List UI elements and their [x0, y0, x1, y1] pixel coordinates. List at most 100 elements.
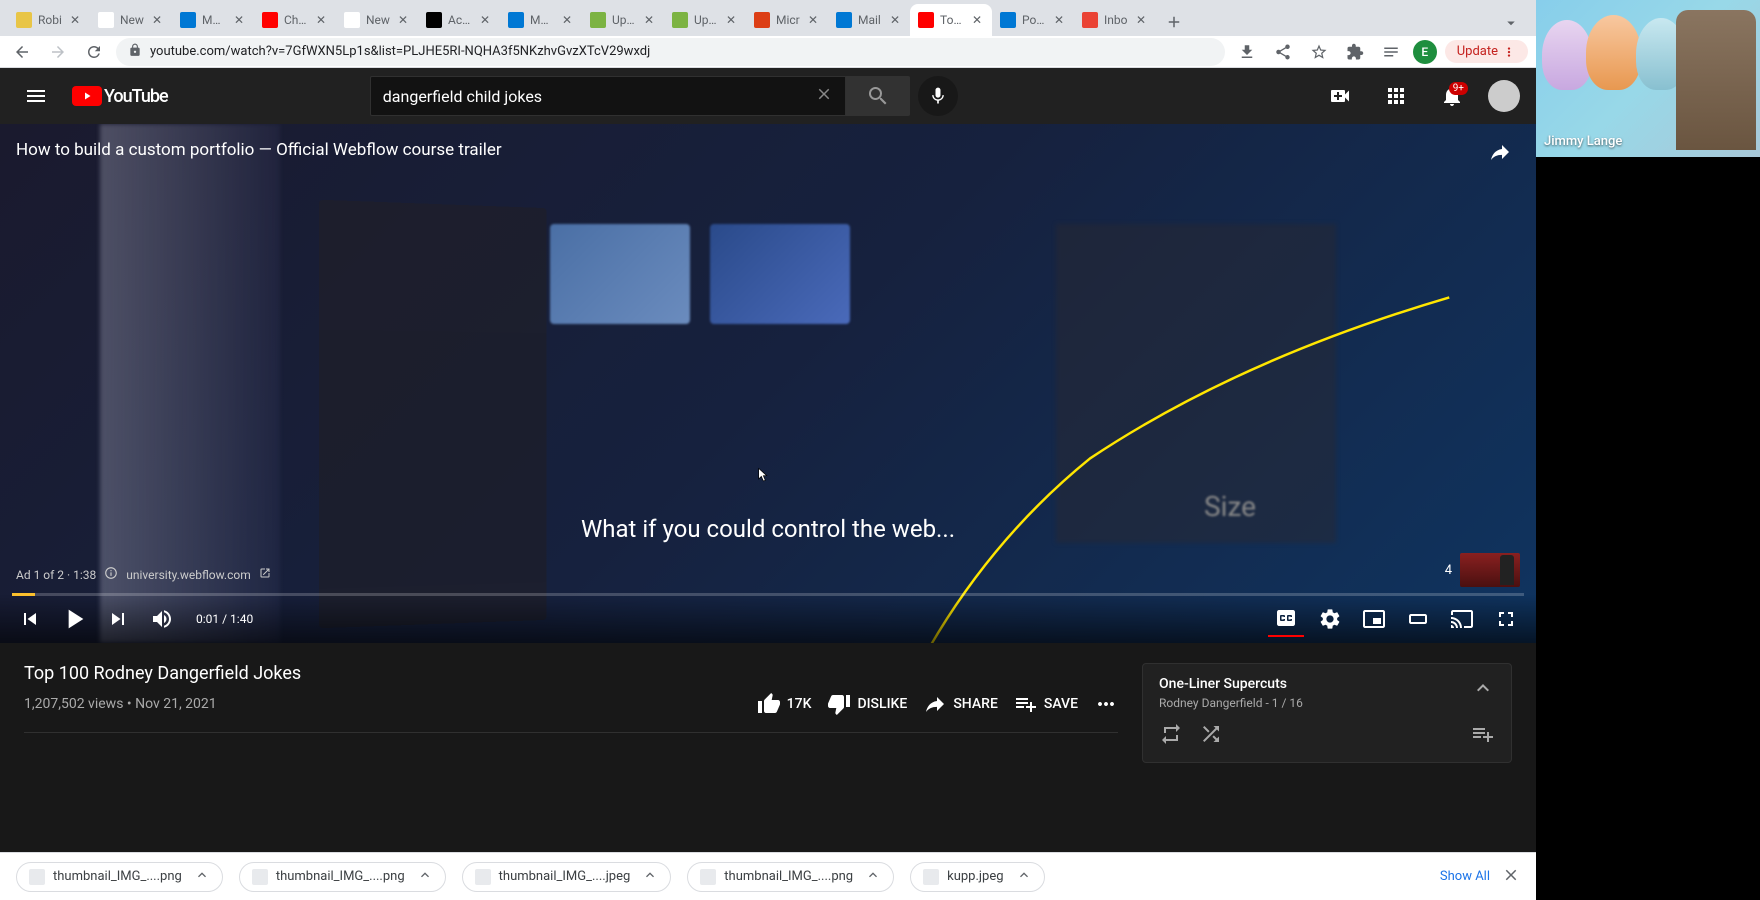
chevron-up-icon[interactable] [194, 867, 210, 887]
voice-search-button[interactable] [918, 76, 958, 116]
tab-title: Uplo [612, 13, 636, 27]
download-item[interactable]: thumbnail_IMG_....png [239, 862, 446, 892]
close-downloads-shelf-button[interactable] [1502, 866, 1520, 888]
forward-button[interactable] [44, 38, 72, 66]
tab-title: Chan [284, 13, 308, 27]
reading-list-icon[interactable] [1377, 38, 1405, 66]
notifications-button[interactable]: 9+ [1432, 76, 1472, 116]
install-app-icon[interactable] [1233, 38, 1261, 66]
browser-tab[interactable]: Chan ✕ [254, 4, 336, 36]
mute-button[interactable] [144, 601, 180, 637]
close-tab-icon[interactable]: ✕ [806, 13, 820, 27]
browser-tab[interactable]: Inbo✕ [1074, 4, 1156, 36]
search-input[interactable]: dangerfield child jokes [370, 76, 846, 116]
back-button[interactable] [8, 38, 36, 66]
account-avatar[interactable] [1488, 80, 1520, 112]
video-share-overlay-icon[interactable] [1488, 140, 1512, 168]
close-tab-icon[interactable]: ✕ [724, 13, 738, 27]
video-call-pip-overlay[interactable]: Jimmy Lange [1536, 0, 1760, 157]
browser-tab[interactable]: Robi✕ [8, 4, 90, 36]
browser-tab[interactable]: My R✕ [500, 4, 582, 36]
download-item[interactable]: kupp.jpeg [910, 862, 1044, 892]
browser-tab[interactable]: Uplo ✕ [582, 4, 664, 36]
browser-tab[interactable]: New✕ [90, 4, 172, 36]
show-all-downloads-button[interactable]: Show All [1440, 869, 1490, 884]
tab-favicon [754, 12, 770, 28]
browser-tab[interactable]: My R✕ [172, 4, 254, 36]
share-icon[interactable] [1269, 38, 1297, 66]
ad-info-icon[interactable] [104, 566, 118, 583]
tab-favicon [426, 12, 442, 28]
close-tab-icon[interactable]: ✕ [314, 13, 328, 27]
close-tab-icon[interactable]: ✕ [560, 13, 574, 27]
playlist-subtitle: Rodney Dangerfield - 1 / 16 [1159, 696, 1303, 710]
youtube-header: YouTube dangerfield child jokes [0, 68, 1536, 124]
external-link-icon [259, 567, 271, 582]
close-tab-icon[interactable]: ✕ [150, 13, 164, 27]
extensions-icon[interactable] [1341, 38, 1369, 66]
close-tab-icon[interactable]: ✕ [970, 13, 984, 27]
previous-button[interactable] [12, 601, 48, 637]
chevron-up-icon[interactable] [1016, 867, 1032, 887]
miniplayer-button[interactable] [1356, 601, 1392, 637]
collapse-playlist-button[interactable] [1471, 676, 1495, 704]
cast-button[interactable] [1444, 601, 1480, 637]
video-player[interactable]: Size How to build a custom portfolio — O… [0, 124, 1536, 643]
search-button[interactable] [846, 76, 910, 116]
chevron-up-icon[interactable] [642, 867, 658, 887]
close-tab-icon[interactable]: ✕ [478, 13, 492, 27]
shuffle-playlist-button[interactable] [1199, 722, 1223, 750]
captions-button[interactable] [1268, 601, 1304, 637]
settings-button[interactable] [1312, 601, 1348, 637]
bookmark-icon[interactable] [1305, 38, 1333, 66]
youtube-logo[interactable]: YouTube [72, 86, 168, 107]
browser-tab[interactable]: Uplo✕ [664, 4, 746, 36]
like-button[interactable]: 17K [757, 692, 812, 716]
chevron-up-icon[interactable] [417, 867, 433, 887]
browser-tab[interactable]: New✕ [336, 4, 418, 36]
profile-avatar[interactable]: E [1413, 40, 1437, 64]
loop-playlist-button[interactable] [1159, 722, 1183, 750]
save-playlist-button[interactable] [1471, 722, 1495, 750]
dislike-button[interactable]: DISLIKE [827, 692, 907, 716]
reload-button[interactable] [80, 38, 108, 66]
hamburger-menu-icon[interactable] [16, 76, 56, 116]
more-actions-button[interactable] [1094, 692, 1118, 716]
next-video-preview[interactable]: 4 [1445, 553, 1520, 587]
close-tab-icon[interactable]: ✕ [642, 13, 656, 27]
close-tab-icon[interactable]: ✕ [1134, 13, 1148, 27]
browser-tab[interactable]: Mail ✕ [828, 4, 910, 36]
tab-title: Mail [858, 13, 882, 27]
browser-tab[interactable]: Micr✕ [746, 4, 828, 36]
fullscreen-button[interactable] [1488, 601, 1524, 637]
tab-favicon [508, 12, 524, 28]
next-button[interactable] [100, 601, 136, 637]
close-tab-icon[interactable]: ✕ [68, 13, 82, 27]
share-button[interactable]: SHARE [923, 692, 998, 716]
chevron-up-icon[interactable] [865, 867, 881, 887]
download-item[interactable]: thumbnail_IMG_....png [687, 862, 894, 892]
download-item[interactable]: thumbnail_IMG_....jpeg [462, 862, 672, 892]
theater-mode-button[interactable] [1400, 601, 1436, 637]
browser-tab[interactable]: Post✕ [992, 4, 1074, 36]
close-tab-icon[interactable]: ✕ [1052, 13, 1066, 27]
omnibox[interactable]: youtube.com/watch?v=7GfWXN5Lp1s&list=PLJ… [116, 38, 1225, 66]
close-tab-icon[interactable]: ✕ [232, 13, 246, 27]
download-item[interactable]: thumbnail_IMG_....png [16, 862, 223, 892]
close-tab-icon[interactable]: ✕ [396, 13, 410, 27]
clear-search-icon[interactable] [815, 85, 833, 107]
file-icon [252, 869, 268, 885]
new-tab-button[interactable] [1160, 8, 1188, 36]
create-button[interactable] [1320, 76, 1360, 116]
play-button[interactable] [56, 601, 92, 637]
browser-tab[interactable]: Top 1✕ [910, 4, 992, 36]
youtube-content: Size How to build a custom portfolio — O… [0, 124, 1536, 852]
apps-grid-icon[interactable] [1376, 76, 1416, 116]
ad-link[interactable]: university.webflow.com [126, 568, 250, 582]
save-button[interactable]: SAVE [1014, 692, 1078, 716]
playlist-panel: One-Liner Supercuts Rodney Dangerfield -… [1142, 663, 1512, 763]
update-chrome-button[interactable]: Update [1445, 40, 1528, 63]
close-tab-icon[interactable]: ✕ [888, 13, 902, 27]
tab-overflow-button[interactable] [1494, 14, 1528, 36]
browser-tab[interactable]: Acas✕ [418, 4, 500, 36]
